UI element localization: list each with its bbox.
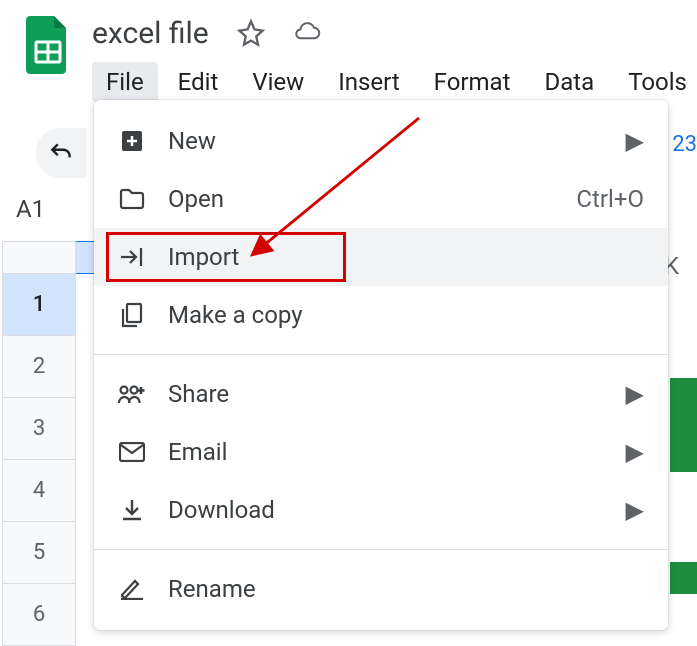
menubar-insert[interactable]: Insert [324, 62, 413, 102]
menu-divider [94, 354, 668, 355]
star-icon[interactable] [237, 19, 265, 47]
doc-title[interactable]: excel file [92, 16, 209, 51]
col-a-header[interactable] [76, 241, 96, 274]
menubar-tools[interactable]: Tools [614, 62, 697, 102]
menu-divider [94, 549, 668, 550]
submenu-icon: ▶ [626, 438, 644, 466]
menubar: File Edit View Insert Format Data Tools [92, 62, 697, 102]
menu-share[interactable]: Share ▶ [94, 365, 668, 423]
menu-open-label: Open [168, 185, 576, 213]
menu-email[interactable]: Email ▶ [94, 423, 668, 481]
menubar-edit[interactable]: Edit [164, 62, 233, 102]
cloud-icon[interactable] [293, 19, 321, 47]
menu-share-label: Share [168, 380, 626, 408]
rename-icon [118, 575, 146, 603]
undo-button[interactable] [36, 128, 86, 178]
green-cell-2 [670, 562, 697, 594]
folder-icon [118, 185, 146, 213]
row-header-2[interactable]: 2 [2, 336, 76, 398]
row-header-5[interactable]: 5 [2, 522, 76, 584]
menu-new[interactable]: New ▶ [94, 112, 668, 170]
submenu-icon: ▶ [626, 127, 644, 155]
share-icon [118, 380, 146, 408]
plus-square-icon [118, 127, 146, 155]
menu-new-label: New [168, 127, 626, 155]
import-icon [118, 243, 146, 271]
menubar-format[interactable]: Format [420, 62, 525, 102]
row-header-4[interactable]: 4 [2, 460, 76, 522]
file-menu: New ▶ Open Ctrl+O Import Make a copy Sha… [94, 100, 668, 630]
green-cell-1 [670, 378, 697, 472]
row-header-3[interactable]: 3 [2, 398, 76, 460]
submenu-icon: ▶ [626, 380, 644, 408]
menu-make-copy[interactable]: Make a copy [94, 286, 668, 344]
menu-make-copy-label: Make a copy [168, 301, 644, 329]
download-icon [118, 496, 146, 524]
menu-email-label: Email [168, 438, 626, 466]
row-header-6[interactable]: 6 [2, 584, 76, 646]
menu-import[interactable]: Import [94, 228, 668, 286]
menu-rename-label: Rename [168, 575, 644, 603]
menu-open[interactable]: Open Ctrl+O [94, 170, 668, 228]
email-icon [118, 438, 146, 466]
menubar-data[interactable]: Data [530, 62, 608, 102]
sheets-logo[interactable] [26, 10, 70, 80]
row-header-1[interactable]: 1 [2, 274, 76, 336]
select-all-corner[interactable] [2, 241, 76, 274]
menu-download[interactable]: Download ▶ [94, 481, 668, 539]
namebox[interactable]: A1 [16, 195, 45, 223]
menubar-file[interactable]: File [92, 62, 158, 102]
menu-open-shortcut: Ctrl+O [576, 185, 644, 213]
submenu-icon: ▶ [626, 496, 644, 524]
menu-rename[interactable]: Rename [94, 560, 668, 618]
menu-import-label: Import [168, 243, 644, 271]
menu-download-label: Download [168, 496, 626, 524]
menubar-view[interactable]: View [238, 62, 318, 102]
copy-icon [118, 301, 146, 329]
